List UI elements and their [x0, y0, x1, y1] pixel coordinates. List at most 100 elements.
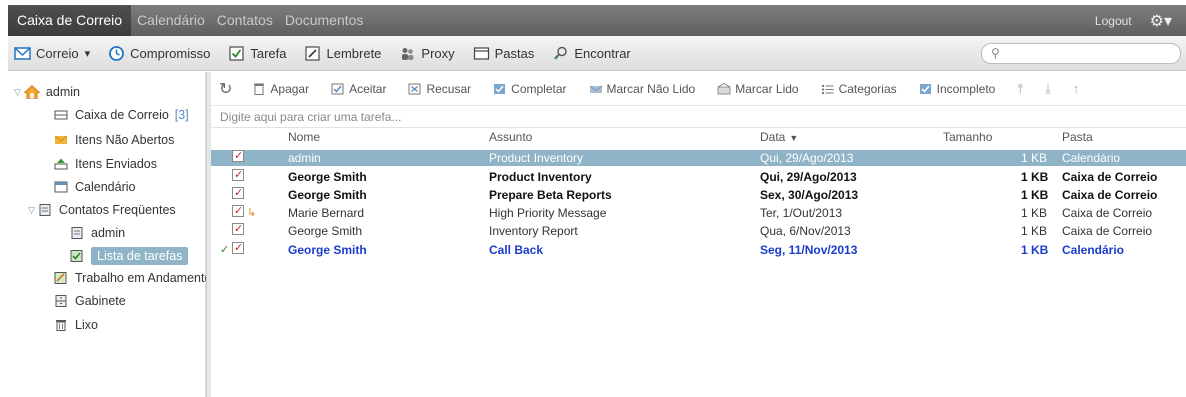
row-size: 1 KB — [1021, 224, 1048, 238]
move-down-icon[interactable]: ⤓ — [1045, 81, 1051, 97]
row-folder: Calendário — [1062, 243, 1125, 257]
folder-sidebar: ▽ admin Caixa de Correio [3] Itens Não A… — [8, 72, 211, 397]
expand-toggle-icon[interactable]: ▽ — [28, 205, 35, 216]
logout-link[interactable]: Logout — [1095, 14, 1132, 28]
delete-button[interactable]: Apagar — [252, 82, 309, 96]
folders-label: Pastas — [494, 45, 535, 61]
sidebar-label-work-in-progress: Trabalho em Andamento — [75, 271, 212, 285]
row-subject: Call Back — [489, 243, 544, 257]
envelope-open-icon — [717, 82, 731, 94]
complete-label: Completar — [511, 81, 567, 96]
row-size: 1 KB — [1021, 188, 1049, 202]
move-up-icon[interactable]: ↑ — [1073, 81, 1080, 96]
task-table-header: Nome Assunto Data ▼ Tamanho Pasta — [211, 130, 1186, 150]
expand-toggle-icon[interactable]: ▽ — [14, 87, 21, 98]
tab-documents[interactable]: Documentos — [279, 5, 370, 36]
proxy-button[interactable]: Proxy — [399, 46, 455, 61]
column-header-name[interactable]: Nome — [288, 130, 320, 144]
trash-icon — [56, 320, 66, 331]
sidebar-label-unopened: Itens Não Abertos — [75, 133, 175, 147]
row-date: Qua, 6/Nov/2013 — [760, 224, 851, 238]
chevron-down-icon[interactable]: ▾ — [85, 47, 91, 60]
sidebar-item-mailbox[interactable]: Caixa de Correio [3] — [54, 108, 189, 122]
clock-icon — [109, 45, 125, 61]
mail-label: Correio — [36, 45, 79, 61]
mark-unread-label: Marcar Não Lido — [606, 81, 696, 96]
table-row[interactable]: George Smith Prepare Beta Reports Sex, 3… — [211, 185, 1186, 203]
checkbox-incomplete-icon — [919, 83, 931, 94]
sidebar-item-task-list[interactable]: Lista de tarefas — [70, 247, 189, 265]
mail-button[interactable]: Correio ▾ — [14, 46, 90, 61]
row-name: George Smith — [288, 188, 367, 202]
table-row[interactable]: George Smith Product Inventory Qui, 29/A… — [211, 167, 1186, 185]
gear-icon[interactable]: ⚙▾ — [1150, 11, 1172, 31]
sidebar-item-contacts-admin[interactable]: admin — [70, 226, 125, 240]
appointment-button[interactable]: Compromisso — [108, 46, 210, 61]
column-header-size[interactable]: Tamanho — [943, 130, 992, 144]
row-folder: Caixa de Correio — [1062, 188, 1158, 202]
refresh-icon[interactable]: ↻ — [219, 79, 232, 99]
tab-contacts[interactable]: Contatos — [211, 5, 279, 36]
accept-label: Aceitar — [349, 81, 387, 96]
row-name: George Smith — [288, 224, 363, 238]
quick-task-input[interactable]: Digite aqui para criar uma tarefa... — [211, 107, 1186, 128]
search-icon: ⚲ — [991, 46, 1000, 60]
row-size: 1 KB — [1021, 151, 1048, 165]
decline-button[interactable]: Recusar — [408, 82, 471, 96]
column-header-subject[interactable]: Assunto — [489, 130, 532, 144]
column-header-date-label: Data — [760, 130, 786, 144]
svg-text:+: + — [553, 54, 559, 61]
unread-count: [3] — [174, 108, 189, 122]
find-icon: + — [553, 46, 568, 61]
categories-button[interactable]: Categorias — [821, 82, 897, 96]
task-button[interactable]: Tarefa — [228, 46, 286, 61]
table-row[interactable]: ✓ George Smith Call Back Seg, 11/Nov/201… — [211, 240, 1186, 258]
complete-button[interactable]: Completar — [493, 81, 567, 96]
checkbox-accept-icon — [331, 83, 344, 94]
mark-read-label: Marcar Lido — [735, 81, 799, 96]
find-button[interactable]: + Encontrar — [552, 46, 630, 61]
search-input[interactable]: ⚲ — [981, 43, 1181, 64]
sidebar-label-mailbox: Caixa de Correio — [75, 108, 169, 122]
find-label: Encontrar — [574, 45, 631, 61]
tab-calendar[interactable]: Calendário — [131, 5, 211, 36]
sidebar-item-trash[interactable]: Lixo — [54, 318, 98, 332]
sidebar-item-cabinet[interactable]: Gabinete — [54, 294, 126, 308]
sidebar-item-unopened[interactable]: Itens Não Abertos — [54, 133, 174, 147]
accept-button[interactable]: Aceitar — [331, 82, 386, 96]
table-row[interactable]: admin Product Inventory Qui, 29/Ago/2013… — [211, 148, 1186, 166]
completed-checkbox-icon[interactable] — [232, 240, 244, 256]
reminder-label: Lembrete — [326, 45, 382, 61]
reminder-button[interactable]: Lembrete — [304, 46, 381, 61]
decline-label: Recusar — [426, 81, 472, 96]
sidebar-label-trash: Lixo — [75, 318, 98, 332]
completed-checkbox-icon[interactable] — [232, 167, 244, 183]
table-row[interactable]: George Smith Inventory Report Qua, 6/Nov… — [211, 221, 1186, 239]
move-top-icon[interactable]: ⤒ — [1017, 81, 1023, 97]
completed-checkbox-icon[interactable] — [232, 185, 244, 201]
table-row[interactable]: ↳ Marie Bernard High Priority Message Te… — [211, 203, 1186, 221]
tab-mailbox[interactable]: Caixa de Correio — [8, 5, 132, 36]
mark-unread-button[interactable]: Marcar Não Lido — [589, 81, 696, 96]
mark-read-button[interactable]: Marcar Lido — [717, 81, 799, 96]
sort-desc-icon: ▼ — [789, 133, 799, 143]
completed-checkbox-icon[interactable] — [232, 203, 244, 219]
incomplete-button[interactable]: Incompleto — [919, 82, 995, 96]
pencil-note-icon — [54, 272, 67, 284]
row-subject: Prepare Beta Reports — [489, 188, 612, 202]
folders-button[interactable]: Pastas — [473, 45, 535, 61]
completed-checkbox-icon[interactable] — [232, 221, 244, 237]
sidebar-item-frequent-contacts[interactable]: ▽ Contatos Freqüentes — [28, 203, 176, 217]
delete-label: Apagar — [270, 81, 310, 96]
sidebar-item-sent[interactable]: Itens Enviados — [54, 157, 157, 171]
sidebar-root-admin[interactable]: ▽ admin — [14, 85, 80, 99]
sidebar-item-work-in-progress[interactable]: Trabalho em Andamento — [54, 271, 211, 285]
completed-checkbox-icon[interactable] — [232, 148, 244, 164]
sidebar-item-calendar[interactable]: Calendário — [54, 180, 135, 194]
column-header-date[interactable]: Data ▼ — [760, 130, 798, 144]
row-subject: Inventory Report — [489, 224, 578, 238]
row-name: George Smith — [288, 243, 367, 257]
column-header-folder[interactable]: Pasta — [1062, 130, 1093, 144]
row-subject: High Priority Message — [489, 206, 607, 220]
sidebar-label-frequent-contacts: Contatos Freqüentes — [58, 203, 176, 217]
